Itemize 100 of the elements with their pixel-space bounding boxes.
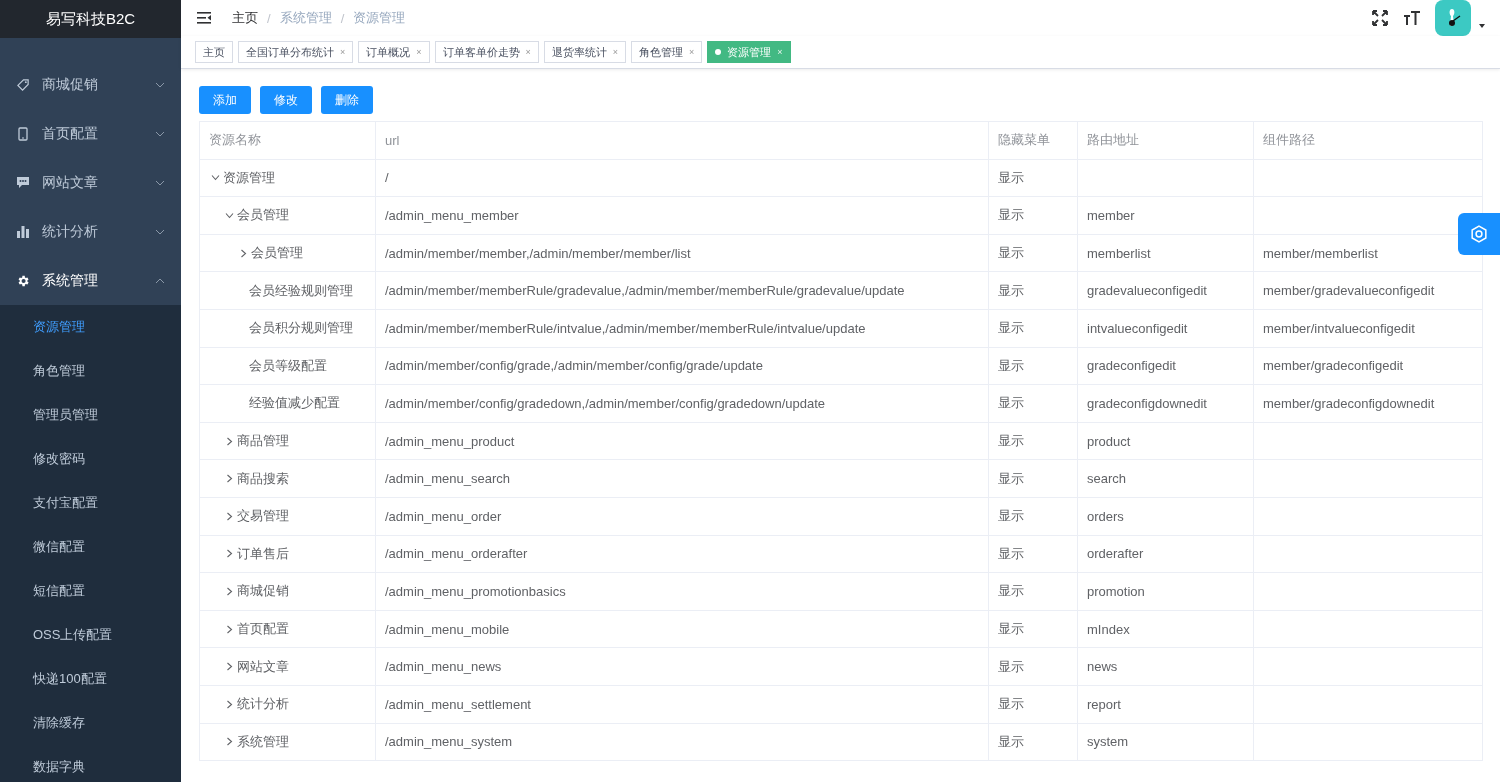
table-cell: orders [1077, 497, 1254, 536]
sidebar-submenu-item[interactable]: 数据字典 [0, 745, 181, 782]
table-cell: 商品搜索 [237, 469, 289, 488]
table-cell: 会员积分规则管理 [249, 319, 353, 338]
avatar[interactable] [1435, 0, 1471, 36]
table-cell: 显示 [988, 384, 1078, 423]
sidebar-submenu-item[interactable]: 清除缓存 [0, 701, 181, 745]
column-header: 隐藏菜单 [988, 121, 1078, 160]
table-cell: /admin_menu_system [375, 723, 989, 761]
bar-chart-icon [16, 225, 30, 238]
chevron-icon [155, 179, 165, 186]
page-tab[interactable]: 退货率统计 × [543, 41, 627, 63]
table-cell: 交易管理 [237, 507, 289, 526]
table-cell: member/gradevalueconfigedit [1253, 271, 1483, 310]
sidebar-submenu-item[interactable]: OSS上传配置 [0, 613, 181, 657]
table-cell: 会员经验规则管理 [249, 281, 353, 300]
page-tab[interactable]: 全国订单分布统计 × [238, 41, 354, 63]
settings-button[interactable] [1458, 213, 1500, 255]
page-tab[interactable]: 主页 [195, 41, 233, 63]
table-cell: 显示 [988, 572, 1078, 611]
table-cell: member/gradeconfigdownedit [1253, 384, 1483, 423]
column-header: 路由地址 [1077, 121, 1254, 160]
chevron-icon[interactable] [224, 211, 234, 220]
sidebar-submenu-item[interactable]: 管理员管理 [0, 393, 181, 437]
table-cell: /admin_menu_news [375, 647, 989, 686]
table-cell: 显示 [988, 610, 1078, 648]
table-cell: /admin_menu_mobile [375, 610, 989, 648]
mobile-icon [18, 126, 28, 141]
sidebar-submenu-item[interactable]: 短信配置 [0, 569, 181, 613]
table-cell: /admin/member/config/grade,/admin/member/config/grade/update [375, 347, 989, 385]
table-cell: member/gradeconfigedit [1253, 347, 1483, 385]
table-cell: 显示 [988, 234, 1078, 272]
breadcrumb-separator: / [340, 10, 345, 26]
table-cell: 首页配置 [237, 620, 289, 638]
gear-icon [16, 273, 30, 288]
breadcrumb-item: 资源管理 [353, 9, 406, 27]
chevron-icon[interactable] [210, 173, 220, 183]
chevron-icon[interactable] [224, 586, 234, 596]
menu-icon[interactable] [196, 11, 212, 25]
chevron-icon[interactable] [224, 624, 234, 634]
sidebar-menu-item[interactable]: 首页配置 [0, 109, 181, 158]
table-cell: 显示 [988, 647, 1078, 686]
sidebar-menu-item[interactable]: 商城促销 [0, 60, 181, 109]
chevron-icon [155, 130, 165, 137]
chevron-icon[interactable] [224, 436, 234, 446]
caret-icon[interactable] [1479, 24, 1485, 28]
chevron-icon[interactable] [224, 511, 234, 521]
table-cell: 显示 [988, 497, 1078, 536]
fullscreen-icon[interactable] [1371, 9, 1389, 27]
table-cell: /admin/member/member,/admin/member/member/list [375, 234, 989, 272]
table-cell: orderafter [1077, 535, 1254, 573]
table-cell: / [375, 159, 989, 197]
chevron-icon[interactable] [224, 662, 234, 672]
table-cell: promotion [1077, 572, 1254, 611]
column-header: 组件路径 [1253, 121, 1483, 160]
chevron-icon[interactable] [224, 549, 234, 559]
table-cell: /admin/member/memberRule/intvalue,/admin/member/memberRule/intvalue/update [375, 309, 989, 348]
sidebar-submenu-item[interactable]: 修改密码 [0, 437, 181, 481]
chevron-icon[interactable] [224, 699, 234, 709]
table-cell: intvalueconfigedit [1077, 309, 1254, 348]
sidebar-menu-item[interactable]: 网站文章 [0, 158, 181, 207]
sidebar-menu-item[interactable]: 系统管理 [0, 256, 181, 305]
app-logo: 易写科技B2C [0, 0, 181, 38]
table-cell: 商城促销 [237, 582, 289, 601]
table-cell: 显示 [988, 685, 1078, 723]
table-cell: 显示 [988, 271, 1078, 310]
table-cell: 会员管理 [251, 244, 303, 263]
table-cell: /admin_menu_search [375, 459, 989, 498]
chevron-icon [155, 81, 165, 88]
table-cell: /admin_menu_member [375, 196, 989, 235]
page-tab[interactable]: 订单客单价走势 × [434, 41, 539, 63]
table-cell: 统计分析 [237, 695, 289, 714]
table-cell: 显示 [988, 196, 1078, 235]
chevron-icon[interactable] [238, 248, 248, 258]
sidebar-submenu-item[interactable]: 快递100配置 [0, 657, 181, 701]
chevron-icon[interactable] [224, 474, 234, 484]
table-cell: news [1077, 647, 1254, 686]
sidebar-submenu-item[interactable]: 资源管理 [0, 305, 181, 349]
page-tab[interactable]: 角色管理 × [631, 41, 703, 63]
breadcrumb-item[interactable]: 主页 [232, 9, 258, 27]
table-cell: member/intvalueconfigedit [1253, 309, 1483, 348]
sidebar-submenu-item[interactable]: 角色管理 [0, 349, 181, 393]
table-cell: 显示 [988, 347, 1078, 385]
table-cell: 显示 [988, 159, 1078, 197]
font-size-icon[interactable] [1403, 10, 1421, 26]
table-cell: memberlist [1077, 234, 1254, 272]
chevron-icon[interactable] [224, 737, 234, 747]
table-cell: 网站文章 [237, 657, 289, 676]
table-cell: product [1077, 422, 1254, 460]
table-cell: 显示 [988, 535, 1078, 573]
table-cell: 显示 [988, 309, 1078, 348]
page-tab[interactable]: 订单概况 × [358, 41, 430, 63]
chevron-icon [155, 228, 165, 235]
table-cell: /admin_menu_product [375, 422, 989, 460]
sidebar-menu-item[interactable]: 统计分析 [0, 207, 181, 256]
sidebar-submenu-item[interactable]: 微信配置 [0, 525, 181, 569]
column-header: 资源名称 [199, 121, 376, 160]
sidebar-submenu-item[interactable]: 支付宝配置 [0, 481, 181, 525]
settings-icon [1469, 224, 1489, 244]
table-cell: 显示 [988, 723, 1078, 761]
